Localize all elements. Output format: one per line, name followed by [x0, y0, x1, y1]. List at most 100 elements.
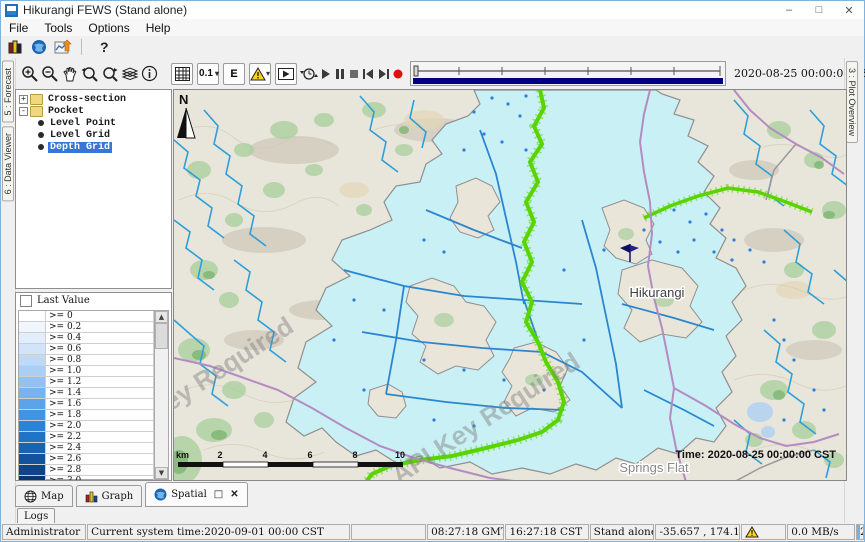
- legend-row[interactable]: >= 3.0: [19, 476, 154, 481]
- tab-maximize-icon[interactable]: □: [214, 489, 223, 500]
- legend-row[interactable]: >= 0.2: [19, 322, 154, 333]
- tab-graph[interactable]: Graph: [76, 485, 143, 507]
- zoom-previous-icon[interactable]: [81, 64, 99, 84]
- legend-row[interactable]: >= 2.8: [19, 465, 154, 476]
- step-start-icon[interactable]: [362, 64, 375, 84]
- scrollbar-thumb[interactable]: [155, 323, 168, 349]
- legend-row[interactable]: >= 2.4: [19, 443, 154, 454]
- pause-icon[interactable]: [334, 64, 346, 84]
- zoom-out-icon[interactable]: [41, 64, 59, 84]
- tree-node-cross-section[interactable]: + Cross-section: [16, 93, 171, 105]
- threshold-dropdown[interactable]: 0.1 ▾: [197, 63, 219, 85]
- tree-node-label[interactable]: Cross-section: [46, 94, 128, 105]
- zoom-in-icon[interactable]: [21, 64, 39, 84]
- legend-color-swatch: [19, 344, 46, 354]
- scroll-up-icon[interactable]: ▲: [155, 311, 168, 323]
- step-end-icon[interactable]: [377, 64, 390, 84]
- map-canvas[interactable]: API Key Required API Key Required N km 2…: [174, 90, 847, 481]
- status-bar: Administrator Current system time:2020-0…: [1, 523, 864, 541]
- map-view[interactable]: API Key Required API Key Required N km 2…: [173, 89, 847, 481]
- time-slider-handle[interactable]: [414, 66, 418, 76]
- tree-node-pocket[interactable]: - Pocket: [16, 105, 171, 117]
- legend-row[interactable]: >= 2.6: [19, 454, 154, 465]
- threshold-value: 0.1: [199, 68, 213, 79]
- tree-leaf-level-point[interactable]: Level Point: [16, 117, 171, 129]
- stop-icon[interactable]: [348, 64, 360, 84]
- help-button[interactable]: ?: [100, 39, 109, 55]
- legend-row[interactable]: >= 0.4: [19, 333, 154, 344]
- tab-data-viewer[interactable]: 6 : Data Viewer: [2, 126, 14, 201]
- tree-leaf-level-grid[interactable]: Level Grid: [16, 129, 171, 141]
- play-icon[interactable]: [320, 64, 332, 84]
- legend-row-label: >= 2.2: [46, 432, 154, 442]
- pan-icon[interactable]: [61, 64, 79, 84]
- layers-tree-panel: + Cross-section - Pocket Level Point Lev…: [15, 89, 172, 289]
- main-toolbar: ?: [1, 36, 864, 58]
- legend-color-swatch: [19, 410, 46, 420]
- tab-close-icon[interactable]: ✕: [230, 489, 238, 500]
- status-mode: Stand alone: [590, 524, 655, 540]
- expand-icon[interactable]: +: [19, 95, 28, 104]
- time-slider[interactable]: [410, 61, 726, 86]
- legend-row[interactable]: >= 1.0: [19, 366, 154, 377]
- layers-icon[interactable]: [121, 64, 139, 84]
- legend-scrollbar[interactable]: ▲ ▼: [154, 311, 168, 479]
- zoom-next-icon[interactable]: [101, 64, 119, 84]
- svg-text:2: 2: [217, 450, 222, 460]
- menu-bar: File Tools Options Help: [1, 19, 864, 37]
- menu-options[interactable]: Options: [80, 21, 137, 35]
- tab-plot-overview[interactable]: 3 : Plot Overview: [846, 61, 858, 143]
- legend-color-swatch: [19, 476, 46, 481]
- layer-bullet-icon: [38, 144, 44, 150]
- status-warning-cell[interactable]: [741, 524, 787, 540]
- movie-player-button[interactable]: [275, 63, 297, 85]
- scroll-down-icon[interactable]: ▼: [155, 467, 168, 479]
- status-empty: [351, 524, 426, 540]
- legend-color-swatch: [19, 366, 46, 376]
- legend-color-swatch: [19, 377, 46, 387]
- time-slider-track[interactable]: [413, 64, 723, 77]
- maximize-button[interactable]: □: [804, 1, 834, 19]
- menu-help[interactable]: Help: [138, 21, 179, 35]
- legend-color-swatch: [19, 355, 46, 365]
- classification-button[interactable]: E: [223, 63, 245, 85]
- close-button[interactable]: ✕: [834, 1, 864, 19]
- legend-row[interactable]: >= 1.8: [19, 410, 154, 421]
- last-value-checkbox[interactable]: [20, 295, 32, 307]
- animation-settings-icon[interactable]: [300, 64, 318, 84]
- town-label: Hikurangi: [630, 285, 685, 300]
- legend-row[interactable]: >= 0.6: [19, 344, 154, 355]
- record-icon[interactable]: [392, 64, 404, 84]
- tree-node-label-selected[interactable]: Depth Grid: [48, 142, 112, 153]
- chevron-down-icon: ▾: [266, 69, 270, 78]
- tree-node-label[interactable]: Pocket: [46, 106, 86, 117]
- legend-row[interactable]: >= 2.0: [19, 421, 154, 432]
- legend-row[interactable]: >= 1.6: [19, 399, 154, 410]
- grid-toggle-button[interactable]: [171, 63, 193, 85]
- info-icon[interactable]: [141, 64, 158, 84]
- globe-wireframe-icon: [24, 490, 37, 503]
- menu-tools[interactable]: Tools: [36, 21, 80, 35]
- svg-text:8: 8: [352, 450, 357, 460]
- minimize-button[interactable]: –: [774, 1, 804, 19]
- menu-file[interactable]: File: [1, 21, 36, 35]
- tab-spatial[interactable]: Spatial □ ✕: [145, 482, 247, 507]
- tree-leaf-depth-grid[interactable]: Depth Grid: [16, 141, 171, 153]
- tree-node-label[interactable]: Level Point: [48, 118, 118, 129]
- legend-row[interactable]: >= 1.2: [19, 377, 154, 388]
- legend-row[interactable]: >= 0: [19, 311, 154, 322]
- legend-table: >= 0>= 0.2>= 0.4>= 0.6>= 0.8>= 1.0>= 1.2…: [18, 310, 169, 480]
- timeseries-display-icon[interactable]: [53, 37, 73, 57]
- map-display-icon[interactable]: [29, 37, 49, 57]
- legend-row[interactable]: >= 0.8: [19, 355, 154, 366]
- tree-node-label[interactable]: Level Grid: [48, 130, 112, 141]
- memory-label: 2.5 GB: [860, 526, 864, 538]
- tab-map[interactable]: Map: [15, 485, 73, 507]
- collapse-icon[interactable]: -: [19, 107, 28, 116]
- last-value-label: Last Value: [37, 295, 90, 306]
- tab-forecast[interactable]: 5 : Forecast: [2, 61, 14, 123]
- legend-row[interactable]: >= 1.4: [19, 388, 154, 399]
- explorer-icon[interactable]: [5, 37, 25, 57]
- legend-row[interactable]: >= 2.2: [19, 432, 154, 443]
- warning-dropdown[interactable]: ▾: [249, 63, 271, 85]
